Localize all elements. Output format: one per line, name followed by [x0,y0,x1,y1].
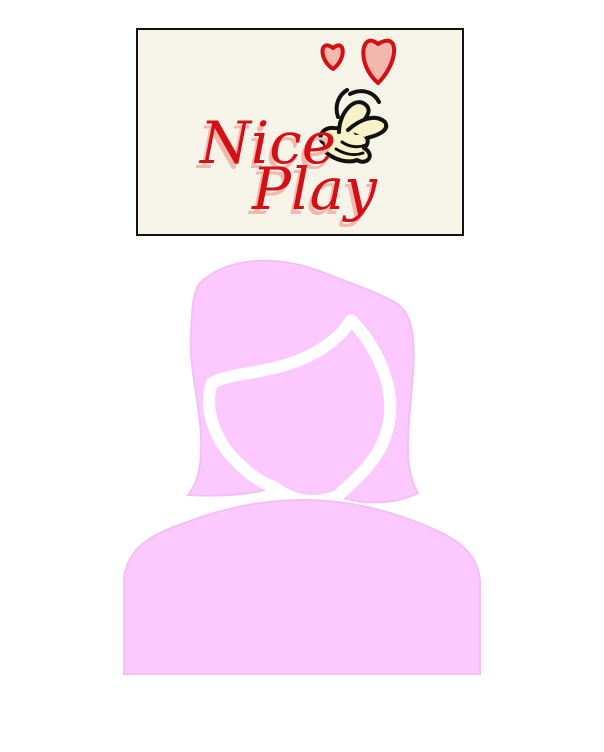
page: Nice Nice Play Play [0,0,604,752]
female-user-avatar-icon [123,259,481,675]
sticker-line-2: Play [251,155,378,223]
nice-play-sticker-art: Nice Nice Play Play [195,38,397,228]
heart-icon [320,38,397,85]
female-user-avatar [120,258,484,676]
nice-play-sticker: Nice Nice Play Play [136,28,464,236]
